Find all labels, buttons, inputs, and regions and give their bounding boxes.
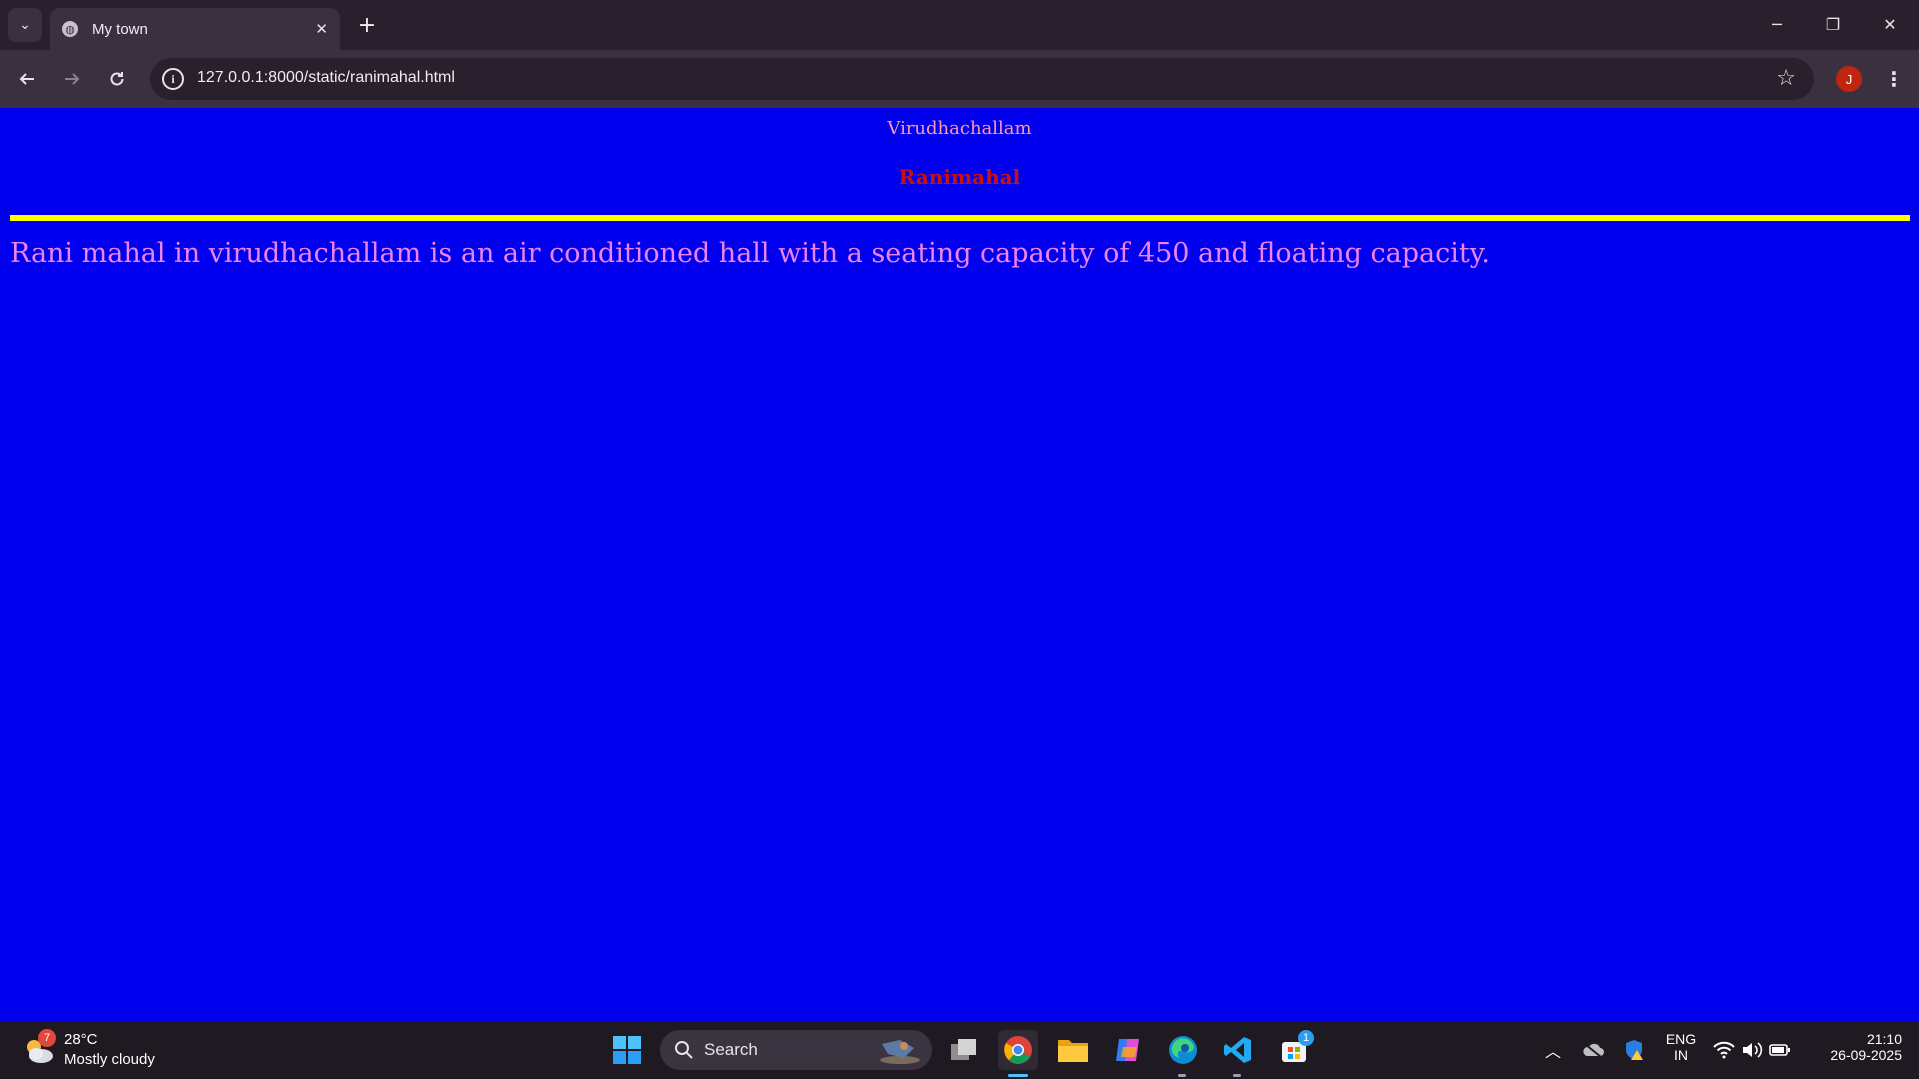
security-tray-icon[interactable] — [1616, 1030, 1652, 1070]
restore-icon: ❐ — [1825, 14, 1841, 34]
chevron-up-icon: ︿ — [1544, 1042, 1561, 1061]
globe-icon: ◍ — [62, 21, 78, 37]
vscode-button[interactable] — [1218, 1030, 1258, 1070]
forward-arrow-icon — [65, 73, 80, 85]
copilot-button[interactable] — [1108, 1030, 1148, 1070]
vscode-running-indicator — [1233, 1074, 1241, 1077]
region-code: IN — [1674, 1047, 1688, 1063]
tab-search-button[interactable]: ⌄ — [8, 8, 42, 42]
volume-icon — [1743, 1042, 1763, 1058]
address-bar[interactable]: i 127.0.0.1:8000/static/ranimahal.html ☆ — [150, 58, 1814, 100]
page-body: Virudhachallam Ranimahal Rani mahal in v… — [0, 108, 1919, 1021]
browser-menu-icon[interactable]: ⋮ — [1880, 62, 1908, 96]
language-indicator[interactable]: ENG IN — [1660, 1031, 1702, 1063]
copilot-icon — [1116, 1039, 1139, 1061]
cloud-offline-icon — [1583, 1043, 1604, 1058]
show-hidden-icons-button[interactable]: ︿ — [1535, 1030, 1571, 1070]
reload-button[interactable] — [100, 62, 134, 96]
task-view-icon — [951, 1039, 976, 1060]
store-button[interactable]: 1 — [1274, 1030, 1314, 1070]
reload-icon — [110, 72, 124, 86]
browser-titlebar: ⌄ ◍ My town ✕ + ─ ❐ ✕ — [0, 0, 1919, 50]
wifi-icon — [1713, 1041, 1735, 1059]
new-tab-button[interactable]: + — [352, 10, 382, 40]
profile-avatar[interactable]: J — [1836, 66, 1862, 92]
windows-logo-icon — [613, 1036, 641, 1064]
back-arrow-icon — [19, 73, 34, 85]
tab-close-icon[interactable]: ✕ — [315, 20, 328, 38]
vscode-icon — [1224, 1037, 1251, 1063]
close-window-button[interactable]: ✕ — [1867, 8, 1913, 40]
search-label: Search — [704, 1040, 758, 1059]
hall-description: Rani mahal in virudhachallam is an air c… — [10, 238, 1490, 269]
edge-running-indicator — [1178, 1074, 1186, 1077]
minimize-icon: ─ — [1772, 14, 1782, 34]
search-highlight-illustration-icon — [880, 1040, 920, 1064]
start-button[interactable] — [607, 1030, 647, 1070]
bookmark-star-icon[interactable]: ☆ — [1776, 66, 1796, 91]
quick-settings-button[interactable] — [1712, 1030, 1792, 1070]
site-info-icon[interactable]: i — [162, 68, 184, 90]
back-button[interactable] — [10, 62, 44, 96]
forward-button[interactable] — [55, 62, 89, 96]
onedrive-tray-icon[interactable] — [1575, 1030, 1611, 1070]
town-heading: Virudhachallam — [887, 118, 1032, 139]
edge-button[interactable] — [1163, 1030, 1203, 1070]
clock-date: 26-09-2025 — [1830, 1047, 1902, 1063]
language-code: ENG — [1665, 1031, 1697, 1047]
shield-warning-icon — [1626, 1040, 1643, 1060]
tab-my-town[interactable]: ◍ My town ✕ — [50, 8, 340, 50]
weather-alert-badge: 7 — [38, 1029, 56, 1047]
weather-temperature: 28°C — [64, 1031, 98, 1048]
chrome-icon — [1004, 1036, 1032, 1064]
task-view-button[interactable] — [944, 1030, 984, 1070]
chevron-down-icon: ⌄ — [19, 17, 31, 33]
restore-button[interactable]: ❐ — [1810, 8, 1856, 40]
chrome-running-indicator — [1008, 1074, 1028, 1077]
clock[interactable]: 21:10 26-09-2025 — [1812, 1031, 1902, 1063]
battery-icon — [1769, 1044, 1790, 1056]
tab-title: My town — [92, 20, 148, 38]
minimize-button[interactable]: ─ — [1754, 8, 1800, 40]
browser-toolbar: i 127.0.0.1:8000/static/ranimahal.html ☆… — [0, 50, 1919, 108]
edge-icon — [1169, 1036, 1197, 1064]
taskbar-search[interactable]: Search — [660, 1030, 932, 1070]
horizontal-rule — [10, 215, 1910, 221]
clock-time: 21:10 — [1866, 1031, 1902, 1047]
url-text[interactable]: 127.0.0.1:8000/static/ranimahal.html — [197, 69, 455, 87]
hall-heading: Ranimahal — [898, 165, 1021, 189]
plus-icon: + — [357, 12, 377, 38]
weather-description: Mostly cloudy — [64, 1051, 155, 1068]
close-icon: ✕ — [1883, 14, 1897, 34]
chrome-taskbar-button[interactable] — [998, 1030, 1038, 1070]
folder-icon — [1058, 1040, 1088, 1062]
taskbar: 7 28°C Mostly cloudy Search 1 ︿ ENG IN 2… — [0, 1021, 1919, 1079]
search-icon — [675, 1041, 693, 1059]
file-explorer-button[interactable] — [1053, 1030, 1093, 1070]
store-notification-badge: 1 — [1298, 1030, 1314, 1046]
